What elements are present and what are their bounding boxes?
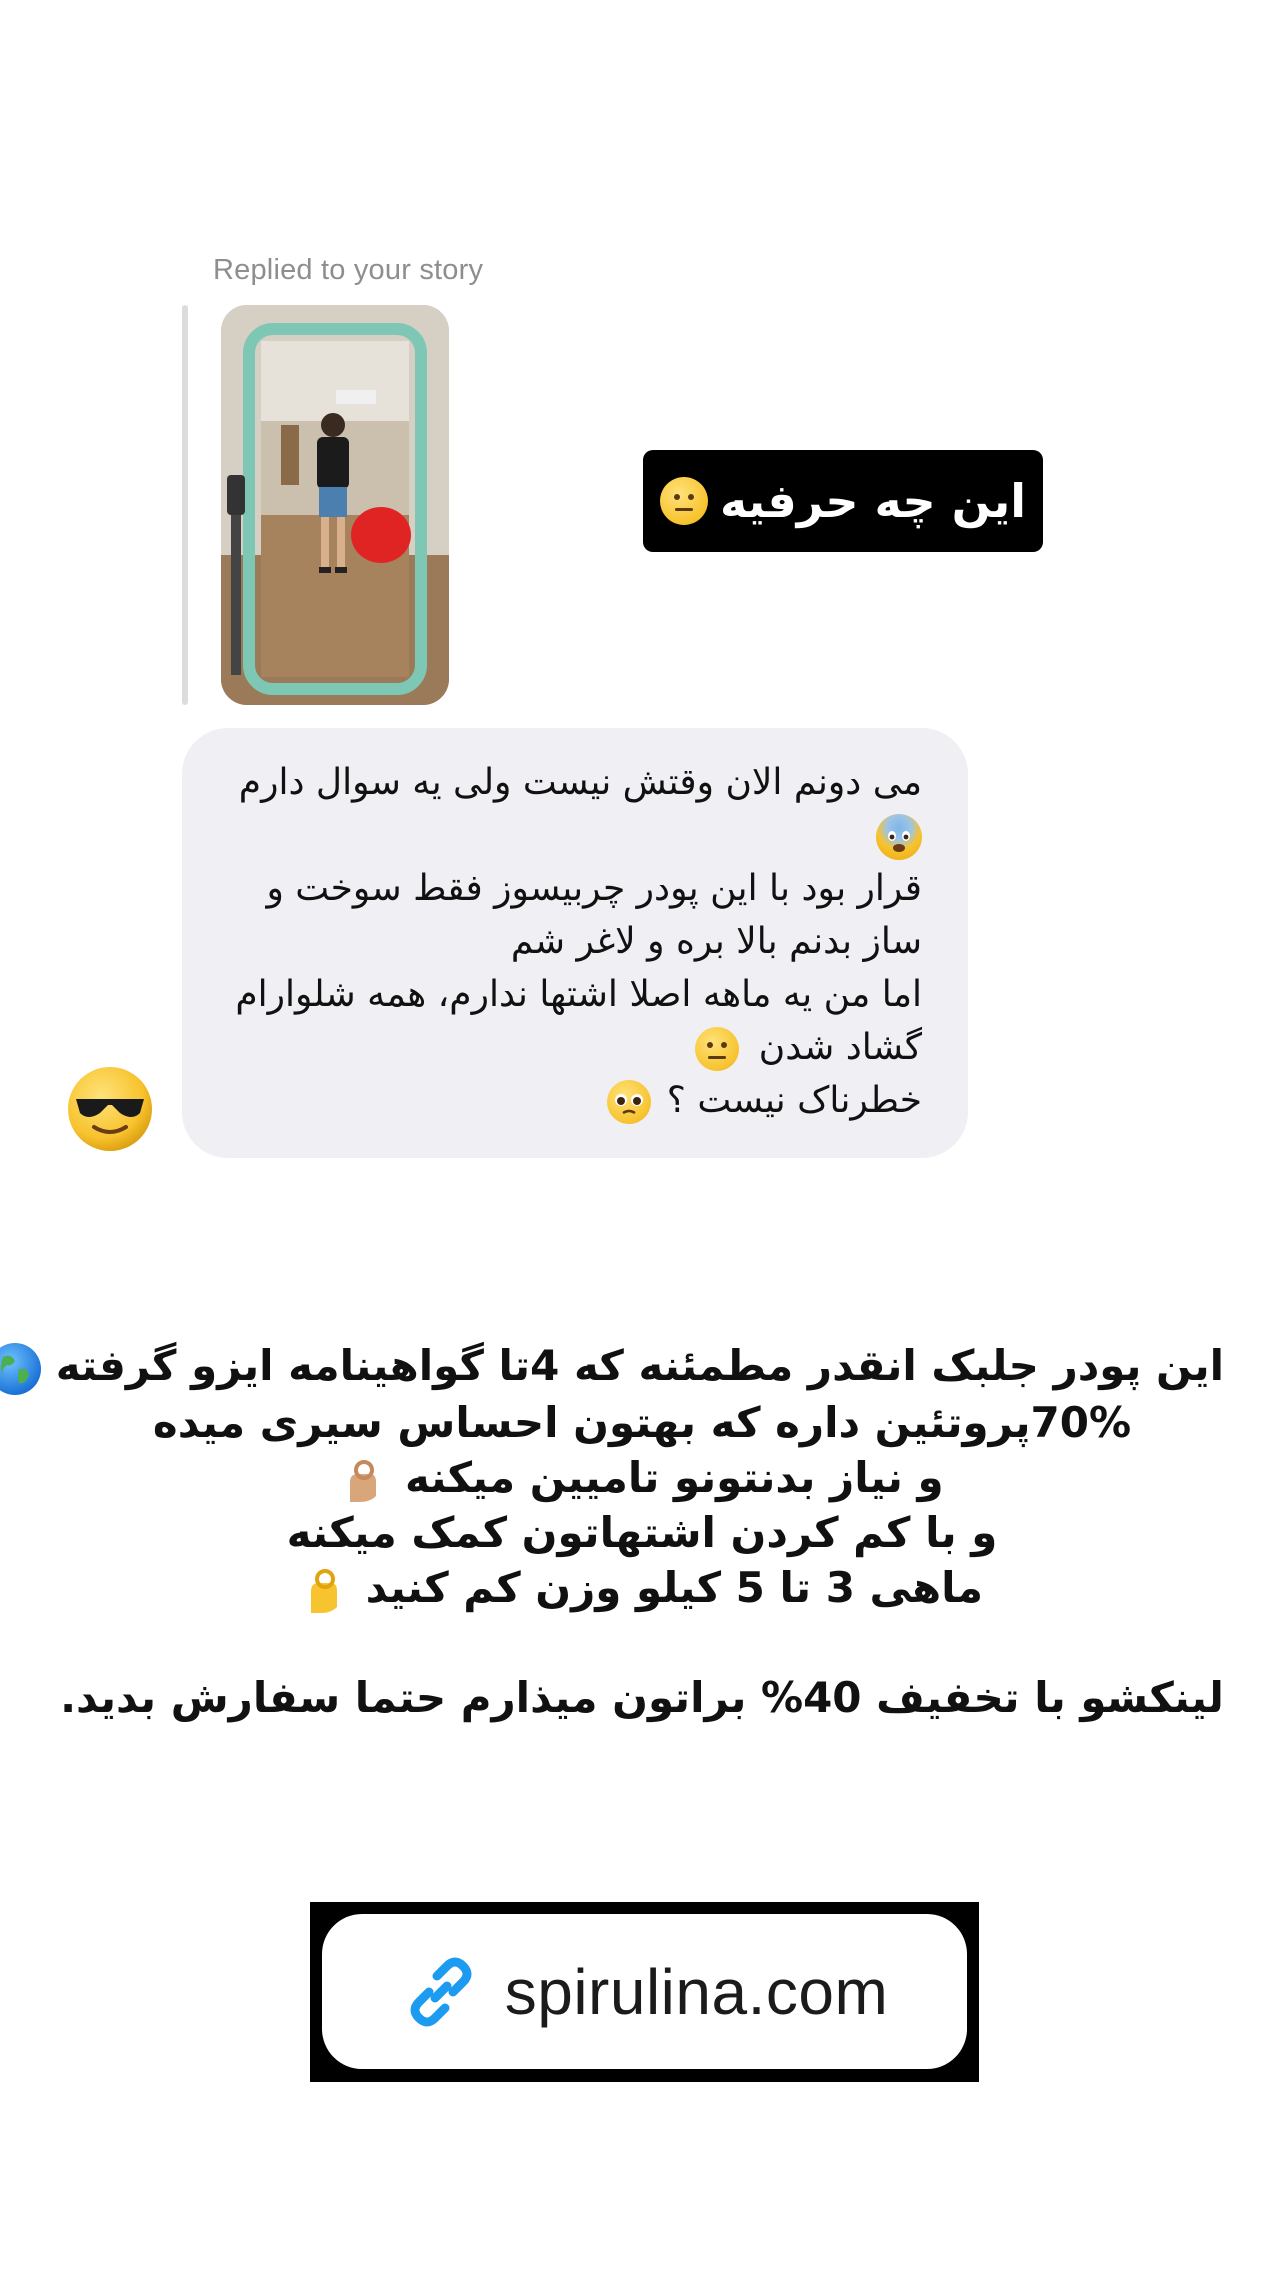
replied-to-story-label: Replied to your story <box>213 254 484 286</box>
globe-icon <box>0 1342 42 1395</box>
ok-hand-icon <box>301 1565 345 1615</box>
promo-line-1: این پودر جلبک انقدر مطمئنه که 4تا گواهین… <box>0 1338 1224 1395</box>
link-sticker[interactable]: spirulina.com <box>322 1914 967 2069</box>
message-line-7: خطرناک نیست ؟ <box>214 1074 922 1127</box>
promo-line-3: و نیاز بدنتونو تامیین میکنه <box>60 1450 1224 1505</box>
promo-line-2: 70%پروتئین داره که بهتون احساس سیری میده <box>152 1397 1132 1447</box>
message-line-5: اما من یه ماهه اصلا اشتها ندارم، همه شلو… <box>235 974 922 1015</box>
reply-indicator-bar <box>182 305 188 705</box>
sunglasses-face-icon <box>68 1067 152 1151</box>
pleading-face-icon <box>607 1080 652 1124</box>
message-line-6-text: گشاد شدن <box>758 1027 922 1068</box>
message-line-3: قرار بود با این پودر چربیسوز فقط سوخت و <box>266 868 922 909</box>
fearful-face-icon <box>876 814 922 860</box>
message-line-4: ساز بدنم بالا بره و لاغر شم <box>510 921 922 962</box>
promo-line-5: ماهی 3 تا 5 کیلو وزن کم کنید <box>60 1560 1224 1616</box>
promo-line-5-text: ماهی 3 تا 5 کیلو وزن کم کنید <box>365 1562 983 1612</box>
promo-spacer <box>60 1615 1224 1670</box>
message-line-6: گشاد شدن <box>214 1021 922 1074</box>
promo-line-1-text: این پودر جلبک انقدر مطمئنه که 4تا گواهین… <box>55 1341 1224 1390</box>
story-text-sticker: این چه حرفیه <box>643 450 1043 552</box>
sender-avatar[interactable] <box>66 1065 154 1153</box>
message-line-7-text: خطرناک نیست ؟ <box>666 1080 922 1121</box>
link-sticker-frame: spirulina.com <box>310 1902 979 2082</box>
promo-line-3-text: و نیاز بدنتونو تامیین میکنه <box>404 1452 944 1502</box>
promo-text: این پودر جلبک انقدر مطمئنه که 4تا گواهین… <box>0 1338 1224 1725</box>
neutral-face-icon <box>695 1027 740 1071</box>
promo-line-6: لینکشو با تخفیف 40% براتون میذارم حتما س… <box>60 1673 1224 1722</box>
link-url-text: spirulina.com <box>504 1955 889 2028</box>
message-line-2 <box>214 809 922 862</box>
link-icon <box>401 1952 481 2032</box>
message-bubble[interactable]: می دونم الان وقتش نیست ولی یه سوال دارم … <box>182 728 968 1158</box>
ok-hand-icon <box>340 1456 384 1504</box>
story-thumbnail[interactable] <box>221 305 449 705</box>
sticker-text: این چه حرفیه <box>719 474 1027 528</box>
story-photo <box>221 305 449 705</box>
neutral-face-icon <box>659 477 708 525</box>
message-line-1: می دونم الان وقتش نیست ولی یه سوال دارم <box>238 762 922 803</box>
promo-line-4: و با کم کردن اشتهاتون کمک میکنه <box>286 1507 998 1557</box>
